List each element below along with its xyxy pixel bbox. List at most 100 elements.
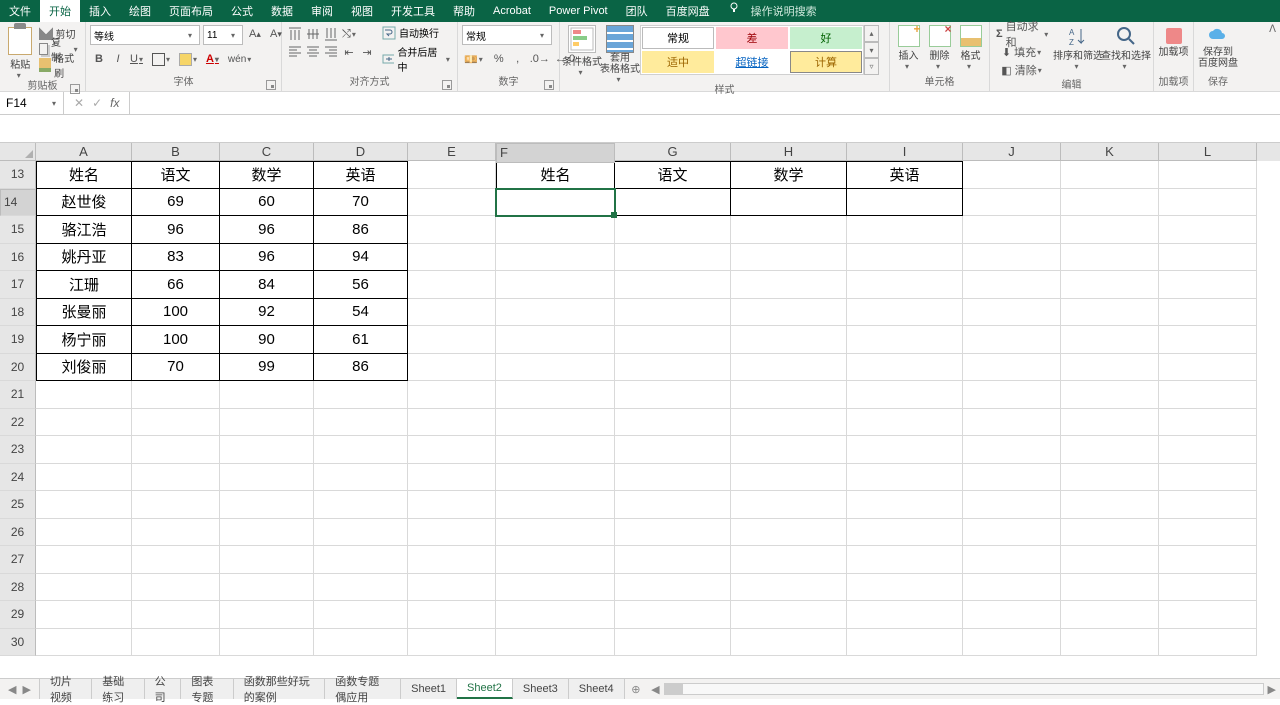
column-header-B[interactable]: B [132, 143, 220, 161]
row-header-27[interactable]: 27 [0, 546, 36, 574]
cell-I15[interactable] [847, 216, 963, 244]
cell-J25[interactable] [963, 491, 1061, 519]
delete-cells-button[interactable]: 删除▾ [925, 25, 954, 71]
cell-C29[interactable] [220, 601, 314, 629]
cell-I19[interactable] [847, 326, 963, 354]
cell-I28[interactable] [847, 574, 963, 602]
hscroll-right[interactable]: ▶ [1268, 683, 1276, 696]
cell-H16[interactable] [731, 244, 847, 272]
sheet-nav-next[interactable]: ▶ [22, 683, 30, 696]
cell-H14[interactable] [731, 189, 847, 217]
clear-button[interactable]: ◧ 清除▾ [994, 61, 1053, 79]
cell-L29[interactable] [1159, 601, 1257, 629]
font-size-select[interactable]: 11▾ [203, 25, 243, 45]
cell-K15[interactable] [1061, 216, 1159, 244]
tab-powerpivot[interactable]: Power Pivot [540, 0, 617, 22]
column-header-L[interactable]: L [1159, 143, 1257, 161]
cell-L13[interactable] [1159, 161, 1257, 189]
cell-D14[interactable]: 70 [314, 189, 408, 217]
find-select-button[interactable]: 查找和选择▾ [1103, 25, 1149, 71]
add-sheet-button[interactable]: ⊕ [625, 679, 647, 699]
name-box[interactable]: F14▾ [0, 92, 64, 114]
italic-button[interactable]: I [109, 50, 127, 68]
row-header-14[interactable]: 14 [0, 189, 36, 217]
cell-K20[interactable] [1061, 354, 1159, 382]
cell-H22[interactable] [731, 409, 847, 437]
cell-B24[interactable] [132, 464, 220, 492]
cell-I29[interactable] [847, 601, 963, 629]
tab-baidu[interactable]: 百度网盘 [657, 0, 719, 22]
cell-E15[interactable] [408, 216, 496, 244]
cell-A23[interactable] [36, 436, 132, 464]
cell-K13[interactable] [1061, 161, 1159, 189]
cell-J30[interactable] [963, 629, 1061, 657]
cell-D24[interactable] [314, 464, 408, 492]
cell-C23[interactable] [220, 436, 314, 464]
sheet-tab-函数那些好玩的案例[interactable]: 函数那些好玩的案例 [234, 679, 326, 699]
accept-formula-button[interactable]: ✓ [92, 96, 102, 110]
cell-L30[interactable] [1159, 629, 1257, 657]
row-header-21[interactable]: 21 [0, 381, 36, 409]
cell-F22[interactable] [496, 409, 615, 437]
cell-L16[interactable] [1159, 244, 1257, 272]
align-left-button[interactable] [286, 43, 304, 61]
cell-E27[interactable] [408, 546, 496, 574]
fill-button[interactable]: ⬇ 填充▾ [994, 43, 1053, 61]
cell-H19[interactable] [731, 326, 847, 354]
cell-E21[interactable] [408, 381, 496, 409]
cell-F28[interactable] [496, 574, 615, 602]
tab-file[interactable]: 文件 [0, 0, 40, 22]
cell-C15[interactable]: 96 [220, 216, 314, 244]
cell-G27[interactable] [615, 546, 731, 574]
cell-A24[interactable] [36, 464, 132, 492]
comma-button[interactable]: , [509, 50, 527, 68]
cell-J16[interactable] [963, 244, 1061, 272]
cell-J29[interactable] [963, 601, 1061, 629]
tab-draw[interactable]: 绘图 [120, 0, 160, 22]
accounting-button[interactable]: 💴▾ [462, 50, 489, 68]
cell-L15[interactable] [1159, 216, 1257, 244]
cell-E20[interactable] [408, 354, 496, 382]
cell-L17[interactable] [1159, 271, 1257, 299]
cell-E17[interactable] [408, 271, 496, 299]
cell-A29[interactable] [36, 601, 132, 629]
row-header-25[interactable]: 25 [0, 491, 36, 519]
cell-I16[interactable] [847, 244, 963, 272]
tab-home[interactable]: 开始 [40, 0, 80, 22]
cell-I13[interactable]: 英语 [847, 161, 963, 189]
cell-G13[interactable]: 语文 [615, 161, 731, 189]
cell-B22[interactable] [132, 409, 220, 437]
cell-A21[interactable] [36, 381, 132, 409]
cell-H21[interactable] [731, 381, 847, 409]
cell-A26[interactable] [36, 519, 132, 547]
cell-I18[interactable] [847, 299, 963, 327]
align-middle-button[interactable] [304, 25, 322, 43]
row-header-20[interactable]: 20 [0, 354, 36, 382]
cell-D29[interactable] [314, 601, 408, 629]
column-header-H[interactable]: H [731, 143, 847, 161]
sheet-tab-Sheet1[interactable]: Sheet1 [401, 679, 457, 699]
cell-B18[interactable]: 100 [132, 299, 220, 327]
align-right-button[interactable] [322, 43, 340, 61]
dialog-launcher-icon[interactable] [266, 80, 276, 90]
cell-H25[interactable] [731, 491, 847, 519]
indent-increase-button[interactable]: ⇥ [358, 43, 376, 61]
column-header-G[interactable]: G [615, 143, 731, 161]
cell-H20[interactable] [731, 354, 847, 382]
cell-L14[interactable] [1159, 189, 1257, 217]
font-color-button[interactable]: A▾ [204, 50, 225, 68]
cell-E22[interactable] [408, 409, 496, 437]
cell-E13[interactable] [408, 161, 496, 189]
cell-G26[interactable] [615, 519, 731, 547]
row-header-22[interactable]: 22 [0, 409, 36, 437]
cell-B26[interactable] [132, 519, 220, 547]
cell-L27[interactable] [1159, 546, 1257, 574]
column-header-J[interactable]: J [963, 143, 1061, 161]
cell-A14[interactable]: 赵世俊 [36, 189, 132, 217]
hscroll-track[interactable] [664, 683, 1264, 695]
cell-F17[interactable] [496, 271, 615, 299]
worksheet-grid[interactable]: ABCDEFGHIJKL 13姓名语文数学英语姓名语文数学英语14赵世俊6960… [0, 143, 1280, 656]
dialog-launcher-icon[interactable] [442, 80, 452, 90]
cell-F15[interactable] [496, 216, 615, 244]
cell-I14[interactable] [847, 189, 963, 217]
